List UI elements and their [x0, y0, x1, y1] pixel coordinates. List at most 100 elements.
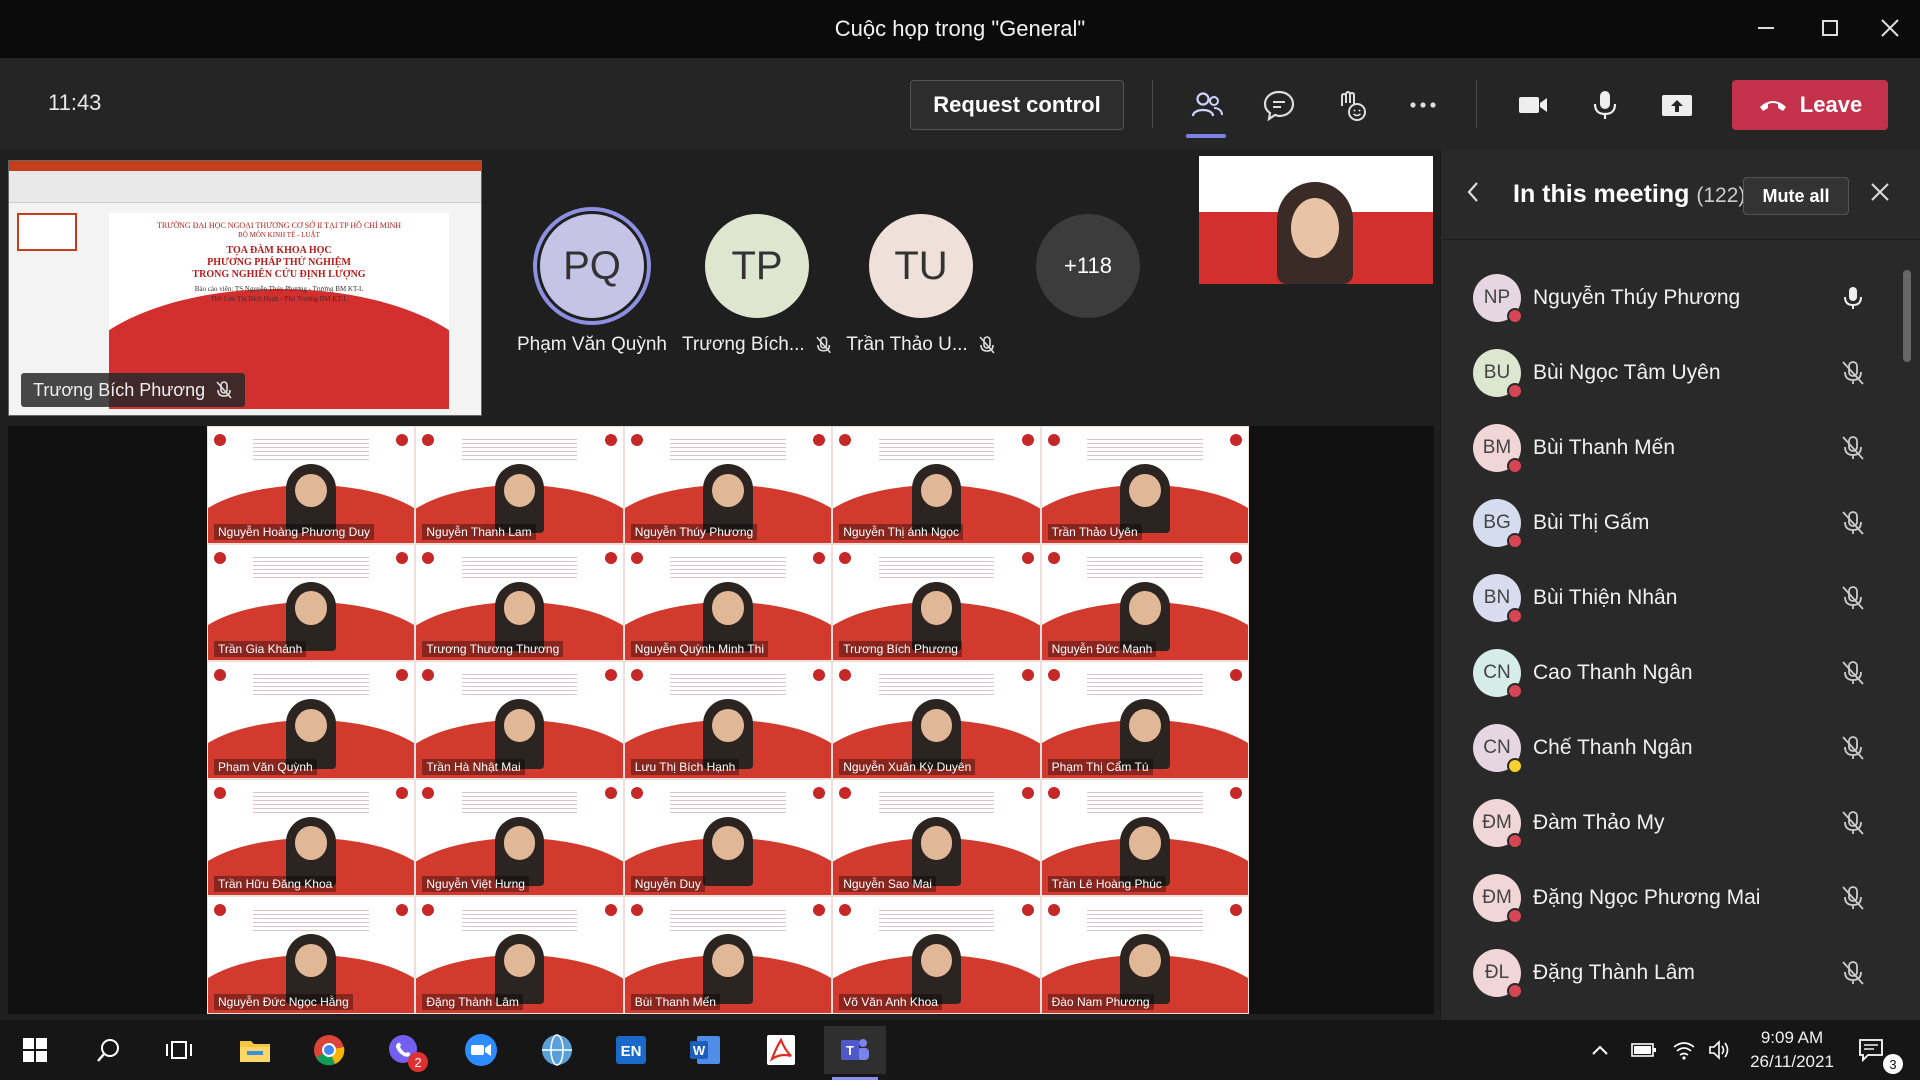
panel-scrollbar[interactable]	[1903, 270, 1911, 362]
participant-avatar-tile[interactable]: TP Trương Bích...	[682, 214, 832, 356]
participant-video-tile[interactable]: Nguyễn Duy	[623, 778, 833, 897]
participant-row[interactable]: BN Bùi Thiện Nhân	[1441, 560, 1920, 635]
mic-on-icon[interactable]	[1839, 284, 1867, 312]
school-seal-icon	[811, 902, 828, 919]
participant-video-tile[interactable]: Trương Bích Phương	[832, 543, 1041, 662]
participant-avatar-tile[interactable]: TU Trần Thảo U...	[846, 214, 996, 356]
maximize-icon[interactable]	[1808, 10, 1852, 46]
battery-icon[interactable]	[1624, 1026, 1664, 1074]
participant-video-tile[interactable]: Bùi Thanh Mến	[623, 896, 833, 1014]
participant-video-tile[interactable]: Đặng Thành Lâm	[415, 896, 624, 1014]
background-text-lines	[1086, 671, 1203, 697]
mic-off-icon[interactable]	[1839, 434, 1867, 462]
mic-off-icon[interactable]	[1839, 509, 1867, 537]
back-chevron-icon[interactable]	[1465, 180, 1481, 211]
reactions-icon[interactable]	[1328, 82, 1374, 128]
participant-video-tile[interactable]: Nguyễn Xuân Kỳ Duyên	[832, 661, 1041, 779]
participant-video-tile[interactable]: Võ Văn Anh Khoa	[832, 896, 1041, 1014]
participant-video-tile[interactable]: Nguyễn Thúy Phương	[623, 426, 833, 544]
background-text-lines	[670, 906, 786, 933]
participant-video-tile[interactable]: Nguyễn Thị ánh Ngọc	[832, 426, 1041, 544]
viber-icon[interactable]: 2	[372, 1026, 434, 1074]
search-icon[interactable]	[78, 1026, 140, 1074]
participant-row[interactable]: ĐM Đàm Thảo My	[1441, 785, 1920, 860]
close-panel-icon[interactable]	[1869, 178, 1891, 210]
participant-row[interactable]: ĐM Đặng Ngọc Phương Mai	[1441, 860, 1920, 935]
zoom-icon[interactable]	[450, 1026, 512, 1074]
wifi-icon[interactable]	[1664, 1026, 1704, 1074]
participant-row[interactable]: BU Bùi Ngọc Tâm Uyên	[1441, 335, 1920, 410]
windows-start-icon[interactable]	[4, 1026, 66, 1074]
notification-count: 3	[1883, 1054, 1903, 1074]
task-view-icon[interactable]	[148, 1026, 210, 1074]
participant-video-tile[interactable]: Trần Hữu Đăng Khoa	[207, 778, 416, 897]
chrome-icon[interactable]	[298, 1026, 360, 1074]
participant-video-tile[interactable]: Nguyễn Sao Mai	[832, 778, 1041, 897]
participant-video-tile[interactable]: Trương Thương Thương	[415, 543, 624, 662]
mic-off-icon[interactable]	[1839, 584, 1867, 612]
participant-row[interactable]: CN Chế Thanh Ngân	[1441, 710, 1920, 785]
word-icon[interactable]: W	[674, 1026, 736, 1074]
participant-video-tile[interactable]: Nguyễn Đức Mạnh	[1040, 543, 1249, 662]
participant-video-tile[interactable]: Nguyễn Đức Ngọc Hằng	[207, 896, 416, 1014]
overflow-participants[interactable]: +118	[1013, 214, 1163, 318]
participant-avatar-tile[interactable]: PQ Phạm Văn Quỳnh	[517, 207, 667, 356]
acrobat-icon[interactable]	[750, 1026, 812, 1074]
mic-off-icon[interactable]	[1839, 884, 1867, 912]
volume-icon[interactable]	[1700, 1026, 1740, 1074]
self-video-preview[interactable]	[1199, 156, 1433, 284]
mic-off-icon[interactable]	[1839, 359, 1867, 387]
participant-video-name: Nguyễn Xuân Kỳ Duyên	[839, 758, 976, 775]
people-icon[interactable]	[1184, 82, 1230, 128]
show-hidden-icons-chevron-icon[interactable]	[1580, 1026, 1620, 1074]
participant-video-tile[interactable]: Trần Gia Khánh	[207, 543, 416, 662]
avatar-initials: BM	[1482, 436, 1512, 458]
participant-video-tile[interactable]: Lưu Thị Bích Hạnh	[623, 661, 833, 779]
mic-off-icon[interactable]	[1839, 959, 1867, 987]
leave-button[interactable]: Leave	[1732, 80, 1888, 130]
system-clock[interactable]: 9:09 AM 26/11/2021	[1742, 1026, 1842, 1074]
shared-screen-thumbnail[interactable]: TRƯỜNG ĐẠI HỌC NGOẠI THƯƠNG CƠ SỞ II TẠI…	[8, 160, 482, 416]
participant-row[interactable]: NP Nguyễn Thúy Phương	[1441, 260, 1920, 335]
participant-video-tile[interactable]: Nguyễn Hoàng Phương Duy	[207, 426, 416, 544]
school-seal-icon	[394, 432, 411, 448]
participant-video-tile[interactable]: Phạm Văn Quỳnh	[207, 661, 416, 779]
participant-row[interactable]: BM Bùi Thanh Mến	[1441, 410, 1920, 485]
microphone-icon[interactable]	[1582, 82, 1628, 128]
avatar: TU	[869, 214, 973, 318]
participant-row[interactable]: BG Bùi Thị Gấm	[1441, 485, 1920, 560]
minimize-icon[interactable]	[1744, 10, 1788, 46]
avatar: ĐM	[1473, 873, 1523, 924]
participant-row[interactable]: CN Cao Thanh Ngân	[1441, 635, 1920, 710]
school-seal-icon	[420, 549, 437, 566]
en-input-icon[interactable]: EN	[600, 1026, 662, 1074]
participant-video-tile[interactable]: Nguyễn Việt Hưng	[415, 778, 624, 897]
mic-off-icon[interactable]	[1839, 809, 1867, 837]
presence-status-dot	[1507, 532, 1523, 549]
teams-icon[interactable]: T	[824, 1026, 886, 1080]
school-seal-icon	[1045, 432, 1062, 448]
participant-video-tile[interactable]: Trần Lê Hoàng Phúc	[1040, 778, 1249, 897]
panel-title: In this meeting (122)	[1513, 180, 1745, 209]
slide-school: TRƯỜNG ĐẠI HỌC NGOẠI THƯƠNG CƠ SỞ II TẠI…	[156, 221, 402, 230]
slide-department: BỘ MÔN KINH TẾ - LUẬT	[238, 231, 320, 239]
participant-video-tile[interactable]: Nguyễn Quỳnh Minh Thi	[623, 543, 833, 662]
participant-video-tile[interactable]: Phạm Thị Cẩm Tú	[1040, 661, 1249, 779]
share-screen-icon[interactable]	[1654, 82, 1700, 128]
participant-video-tile[interactable]: Trần Hà Nhật Mai	[415, 661, 624, 779]
vpn-globe-icon[interactable]	[526, 1026, 588, 1074]
mic-off-icon[interactable]	[1839, 734, 1867, 762]
more-options-icon[interactable]	[1400, 82, 1446, 128]
participant-video-tile[interactable]: Nguyễn Thanh Lam	[415, 426, 624, 544]
participant-video-tile[interactable]: Đào Nam Phương	[1040, 896, 1249, 1014]
mic-off-icon[interactable]	[1839, 659, 1867, 687]
file-explorer-icon[interactable]	[224, 1026, 286, 1074]
slide-presenter-1: Báo cáo viên: TS Nguyễn Thúy Phương - Tr…	[194, 285, 364, 293]
participant-video-tile[interactable]: Trần Thảo Uyên	[1040, 426, 1249, 544]
participant-row[interactable]: ĐL Đặng Thành Lâm	[1441, 935, 1920, 1010]
camera-icon[interactable]	[1510, 82, 1556, 128]
mute-all-button[interactable]: Mute all	[1743, 177, 1849, 215]
request-control-button[interactable]: Request control	[910, 80, 1124, 130]
close-window-icon[interactable]	[1868, 10, 1912, 46]
chat-icon[interactable]	[1256, 82, 1302, 128]
